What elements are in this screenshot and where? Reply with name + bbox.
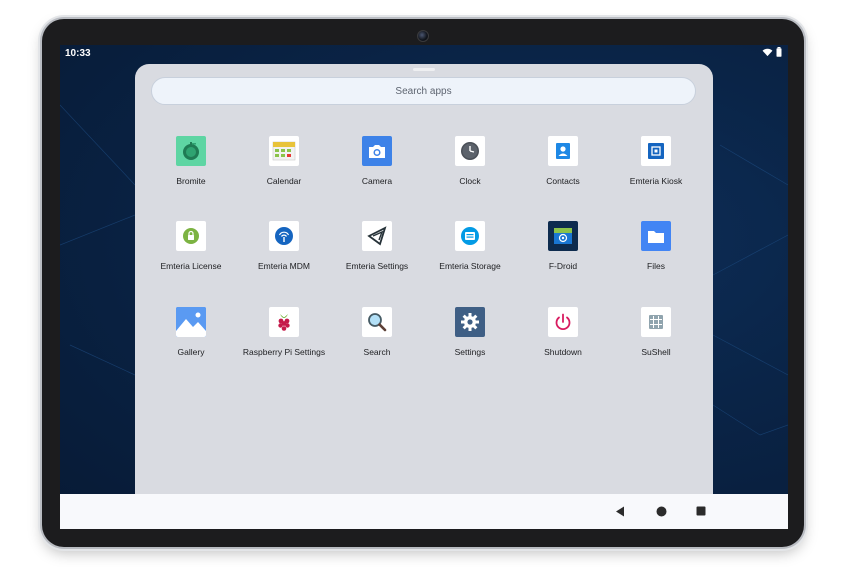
app-label: Files (647, 261, 665, 271)
gallery-icon (176, 307, 206, 337)
back-triangle-icon (616, 506, 624, 516)
shell-icon (641, 307, 671, 337)
app-sushell[interactable]: SuShell (601, 307, 711, 357)
raspberry-icon (269, 307, 299, 337)
recents-square-icon (696, 506, 706, 516)
battery-icon (776, 47, 782, 57)
search-apps-input[interactable]: Search apps (151, 77, 696, 105)
status-bar: 10:33 (60, 45, 788, 63)
contacts-icon (548, 136, 578, 166)
magnifier-icon (362, 307, 392, 337)
home-circle-icon (656, 506, 666, 516)
wifi-icon (762, 48, 773, 56)
back-button[interactable] (613, 504, 627, 518)
front-camera (417, 30, 429, 42)
status-icons (762, 47, 782, 57)
search-placeholder: Search apps (395, 85, 452, 97)
license-icon (176, 221, 206, 251)
kiosk-icon (641, 136, 671, 166)
mdm-icon (269, 221, 299, 251)
drawer-drag-handle[interactable] (413, 68, 435, 71)
app-files[interactable]: Files (601, 221, 711, 271)
status-time: 10:33 (65, 48, 91, 59)
recents-button[interactable] (694, 504, 708, 518)
emteria-settings-icon (362, 221, 392, 251)
power-icon (548, 307, 578, 337)
screen: 10:33 Search apps Bromite Calendar Camer… (60, 45, 788, 529)
folder-icon (641, 221, 671, 251)
app-label: Emteria Kiosk (629, 176, 683, 186)
home-button[interactable] (654, 504, 668, 518)
bromite-icon (176, 136, 206, 166)
tablet-frame: 10:33 Search apps Bromite Calendar Camer… (42, 19, 804, 547)
navigation-bar (60, 494, 788, 529)
storage-icon (455, 221, 485, 251)
app-emteria-kiosk[interactable]: Emteria Kiosk (601, 136, 711, 186)
gear-icon (455, 307, 485, 337)
calendar-icon (269, 136, 299, 166)
clock-icon (455, 136, 485, 166)
fdroid-icon (548, 221, 578, 251)
camera-icon (362, 136, 392, 166)
app-label: SuShell (641, 347, 671, 357)
app-drawer[interactable]: Search apps Bromite Calendar Camera Cloc… (135, 64, 713, 504)
